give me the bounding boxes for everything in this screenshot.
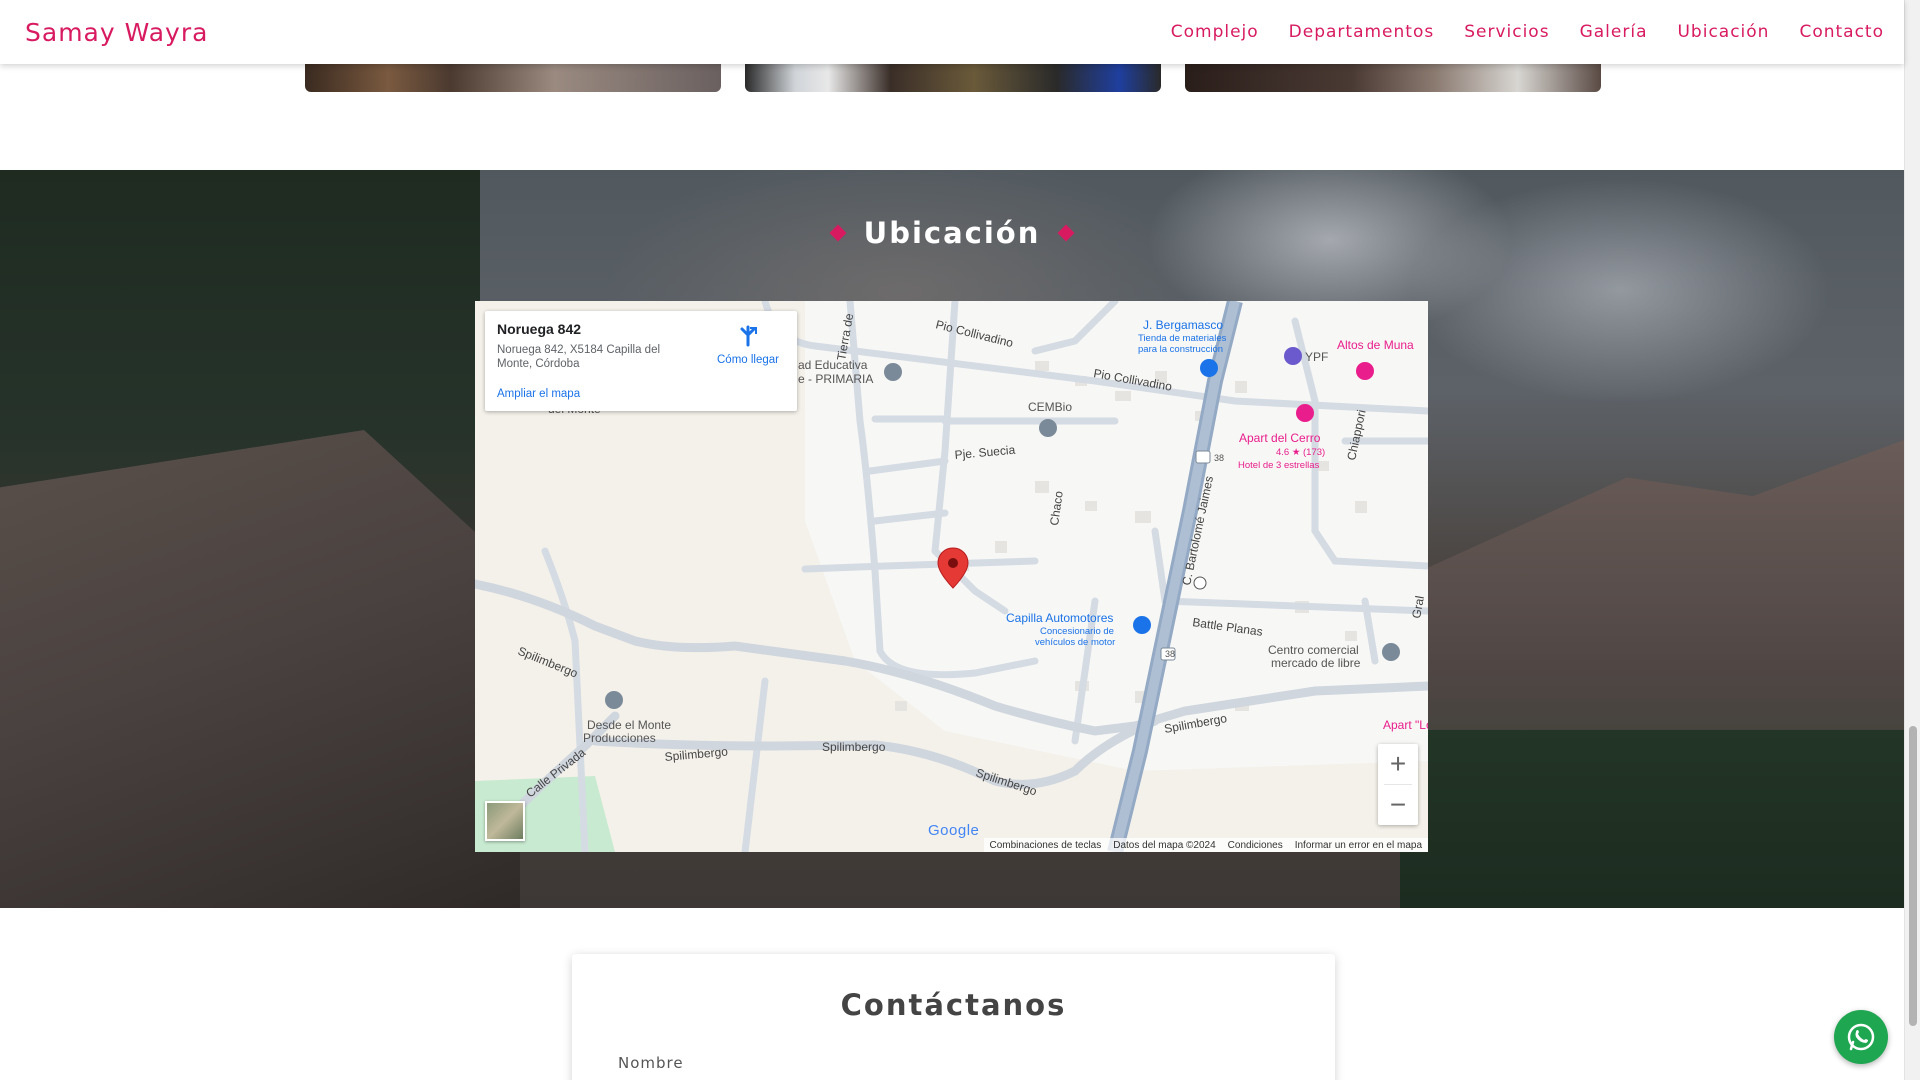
- google-logo: Google: [928, 822, 979, 839]
- map-label: Altos de Muna: [1337, 338, 1414, 352]
- map-label: 4.6 ★ (173): [1276, 447, 1325, 458]
- nav-link-contacto[interactable]: Contacto: [1799, 22, 1884, 42]
- zoom-in-button[interactable]: +: [1378, 744, 1418, 784]
- map-label: YPF: [1305, 350, 1328, 364]
- map-label: CEMBio: [1028, 400, 1072, 414]
- nav-link-complejo[interactable]: Complejo: [1171, 22, 1259, 42]
- map-attribution: Combinaciones de teclas Datos del mapa ©…: [983, 838, 1428, 852]
- map-embed[interactable]: ad Educativa e - PRIMARIA del Monte Pio …: [475, 301, 1428, 852]
- nav-link-servicios[interactable]: Servicios: [1464, 22, 1549, 42]
- directions-button[interactable]: Cómo llegar: [713, 325, 783, 366]
- map-label: para la construcción: [1138, 344, 1223, 355]
- diamond-icon: [1057, 224, 1075, 242]
- map-label: Apart del Cerro: [1239, 431, 1321, 445]
- zoom-out-button[interactable]: −: [1378, 785, 1418, 825]
- map-label: ad Educativa: [798, 358, 868, 372]
- map-label: Desde el Monte: [587, 718, 671, 732]
- enlarge-map-link[interactable]: Ampliar el mapa: [497, 388, 580, 400]
- whatsapp-icon: [1847, 1023, 1875, 1051]
- nav-link-departamentos[interactable]: Departamentos: [1289, 22, 1435, 42]
- nav-links: Complejo Departamentos Servicios Galería…: [1171, 22, 1884, 42]
- directions-label: Cómo llegar: [717, 354, 779, 366]
- map-layer-toggle[interactable]: [485, 801, 525, 841]
- map-label: Producciones: [583, 731, 656, 745]
- map-label: Concesionario de: [1040, 626, 1114, 637]
- report-error-link[interactable]: Informar un error en el mapa: [1295, 840, 1422, 851]
- directions-icon: [740, 325, 757, 347]
- map-label: 38: [1165, 649, 1175, 659]
- map-label: Tienda de materiales: [1138, 333, 1227, 344]
- nav-link-galeria[interactable]: Galería: [1580, 22, 1648, 42]
- map-label: Centro comercial: [1268, 643, 1359, 657]
- map-data-text: Datos del mapa ©2024: [1113, 839, 1216, 851]
- section-title: Ubicación: [863, 216, 1041, 250]
- map-label: e - PRIMARIA: [798, 372, 873, 386]
- background-cliff: [0, 430, 520, 908]
- google-logo-text: Google: [928, 822, 980, 839]
- scrollbar-thumb[interactable]: [1909, 726, 1917, 1026]
- keyboard-shortcuts-link[interactable]: Combinaciones de teclas: [990, 840, 1102, 851]
- map-info-card: Noruega 842 Noruega 842, X5184 Capilla d…: [485, 311, 797, 411]
- terms-link[interactable]: Condiciones: [1228, 840, 1283, 851]
- diamond-icon: [829, 224, 847, 242]
- map-label: Hotel de 3 estrellas: [1238, 460, 1320, 471]
- map-label: Apart "Lo: [1383, 718, 1428, 732]
- map-label: Capilla Automotores: [1006, 611, 1113, 625]
- map-label: Spilimbergo: [822, 740, 886, 754]
- contact-form-card: Contáctanos Nombre: [572, 954, 1335, 1080]
- zoom-control: + −: [1378, 744, 1418, 825]
- map-label: vehículos de motor: [1035, 637, 1115, 648]
- whatsapp-button[interactable]: [1834, 1010, 1888, 1064]
- brand-logo[interactable]: Samay Wayra: [25, 18, 208, 47]
- name-field-label: Nombre: [618, 1054, 684, 1072]
- map-place-address: Noruega 842, X5184 Capilla del Monte, Có…: [497, 344, 661, 370]
- navbar: Samay Wayra Complejo Departamentos Servi…: [0, 0, 1904, 64]
- section-heading: Ubicación: [0, 216, 1904, 250]
- map-label: mercado de libre: [1271, 656, 1361, 670]
- map-label: J. Bergamasco: [1143, 318, 1223, 332]
- gallery-image[interactable]: [745, 64, 1161, 92]
- nav-link-ubicacion[interactable]: Ubicación: [1677, 22, 1769, 42]
- gallery-strip: [0, 64, 1904, 92]
- background-trees: [1400, 730, 1904, 908]
- map-label: 38: [1214, 453, 1224, 463]
- gallery-image[interactable]: [305, 64, 721, 92]
- page-scrollbar[interactable]: [1904, 0, 1920, 1080]
- gallery-image[interactable]: [1185, 64, 1601, 92]
- contact-title: Contáctanos: [840, 988, 1067, 1022]
